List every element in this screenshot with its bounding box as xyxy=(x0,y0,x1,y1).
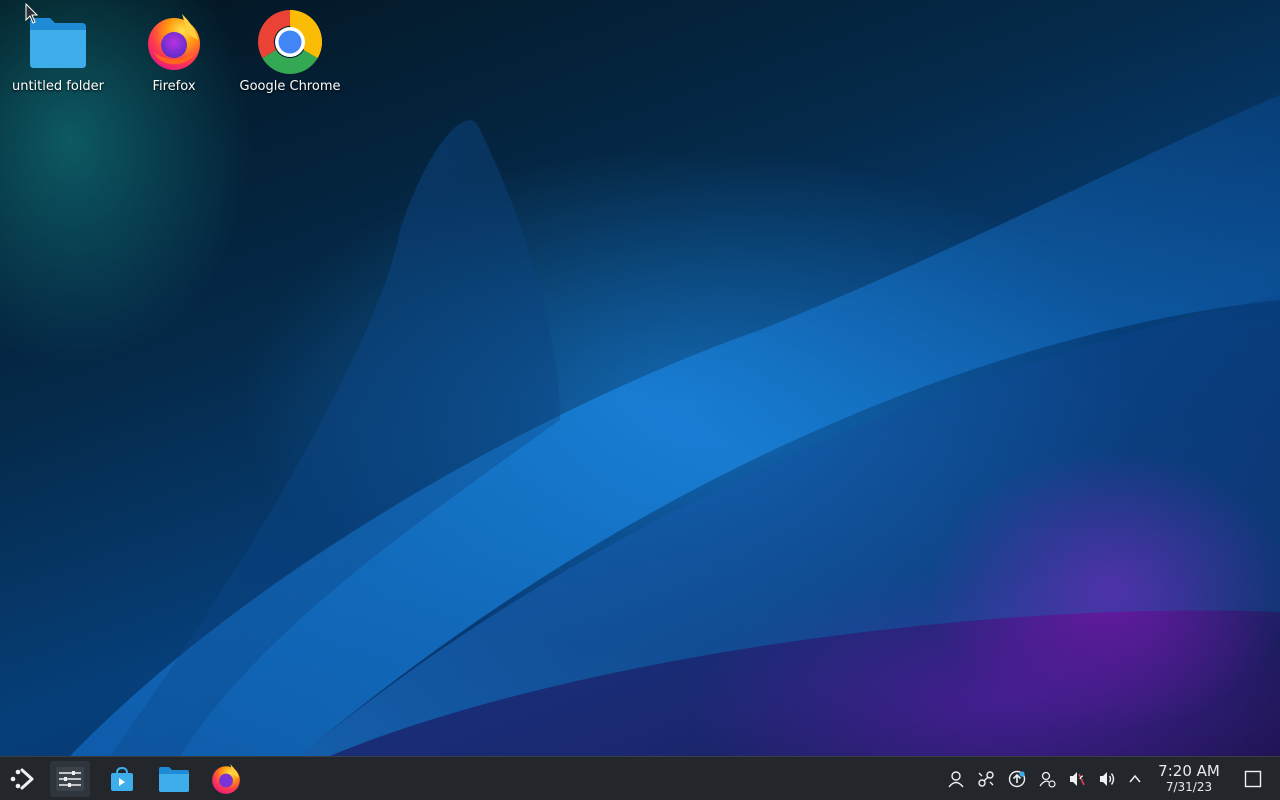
clock-date: 7/31/23 xyxy=(1165,780,1213,794)
application-launcher-button[interactable] xyxy=(2,761,42,797)
user-switch-icon xyxy=(1039,771,1056,788)
system-settings-icon xyxy=(56,767,84,791)
mouse-cursor-icon xyxy=(25,3,39,24)
desktop-icon-untitled-folder[interactable]: untitled folder xyxy=(0,2,116,94)
desktop-icon-google-chrome[interactable]: Google Chrome xyxy=(232,2,348,94)
kdeconnect-tray-button[interactable] xyxy=(976,769,996,789)
discover-store-icon xyxy=(111,766,133,791)
user-switch-tray-button[interactable] xyxy=(1037,769,1057,789)
chevron-up-icon xyxy=(1129,774,1141,783)
user-icon xyxy=(948,771,964,788)
volume-icon xyxy=(1100,772,1115,786)
firefox-icon xyxy=(212,764,240,794)
desktop-icon-label: Firefox xyxy=(152,79,196,94)
mute-tray-button[interactable] xyxy=(1067,769,1087,789)
firefox-taskbar-button[interactable] xyxy=(206,761,246,797)
wallpaper xyxy=(70,95,1280,756)
file-manager-icon xyxy=(159,767,189,792)
tray-expander-button[interactable] xyxy=(1125,769,1145,789)
file-manager-button[interactable] xyxy=(154,761,194,797)
desktop-icon-firefox[interactable]: Firefox xyxy=(116,2,232,94)
firefox-icon xyxy=(142,10,206,74)
application-launcher-icon xyxy=(10,768,34,790)
taskbar: 7:20 AM 7/31/23 xyxy=(0,756,1280,800)
desktop[interactable]: untitled folder Firefox Google Chrome xyxy=(0,0,1280,756)
updates-tray-button[interactable] xyxy=(1007,769,1027,789)
chrome-icon xyxy=(258,10,322,74)
kdeconnect-icon xyxy=(978,771,994,787)
desktop-icon-label: untitled folder xyxy=(11,79,104,94)
show-desktop-icon[interactable] xyxy=(1244,770,1262,788)
discover-button[interactable] xyxy=(102,761,142,797)
speaker-muted-icon xyxy=(1070,772,1085,786)
volume-tray-button[interactable] xyxy=(1097,769,1117,789)
digital-clock[interactable]: 7:20 AM 7/31/23 xyxy=(1150,762,1228,795)
desktop-icon-label: Google Chrome xyxy=(239,79,341,94)
clock-time: 7:20 AM xyxy=(1158,762,1220,780)
user-tray-button[interactable] xyxy=(946,769,966,789)
system-settings-button[interactable] xyxy=(50,761,90,797)
updates-icon xyxy=(1008,770,1026,788)
